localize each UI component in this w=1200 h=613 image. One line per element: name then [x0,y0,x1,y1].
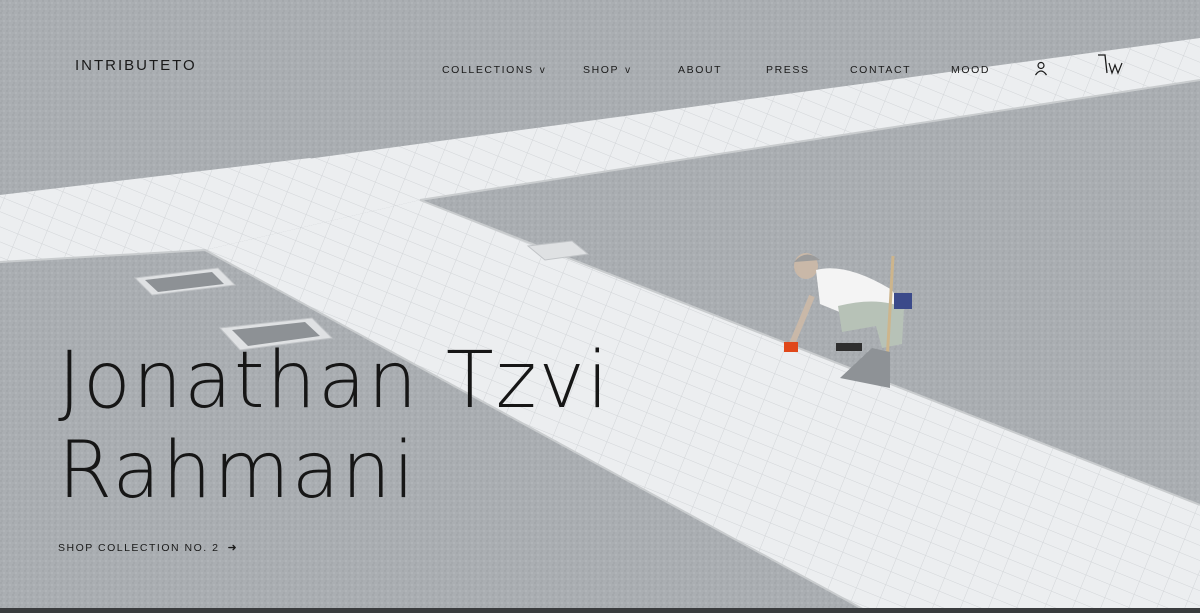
nav-about[interactable]: ABOUT [678,64,722,76]
nav-press[interactable]: PRESS [766,64,810,76]
hero-photo [0,0,1200,613]
nav-shop[interactable]: SHOP v [583,64,630,76]
shop-collection-label: SHOP COLLECTION NO. 2 [58,542,220,554]
user-icon[interactable] [1034,61,1048,77]
arrow-right-icon: ➜ [227,542,239,554]
hero-title: Jonathan Tzvi Rahmani [58,336,738,516]
shop-collection-link[interactable]: SHOP COLLECTION NO. 2 ➜ [58,541,238,554]
hero-title-line2: Rahmani [58,426,417,516]
nav-collections-label: COLLECTIONS [442,64,534,76]
nav-collections[interactable]: COLLECTIONS v [442,64,545,76]
nav-contact[interactable]: CONTACT [850,64,911,76]
hero-section: INTRIBUTETO COLLECTIONS v SHOP v ABOUT PRE… [0,0,1200,613]
chevron-down-icon: v [539,65,545,76]
hero-title-line1: Jonathan Tzvi [58,336,611,426]
main-nav: COLLECTIONS v SHOP v ABOUT PRESS CONTACT M… [0,64,1200,78]
bottom-divider [0,608,1200,613]
cart-icon[interactable] [1097,53,1127,75]
nav-shop-label: SHOP [583,64,620,76]
nav-mood[interactable]: MOOD [951,64,990,76]
chevron-down-icon: v [625,65,631,76]
